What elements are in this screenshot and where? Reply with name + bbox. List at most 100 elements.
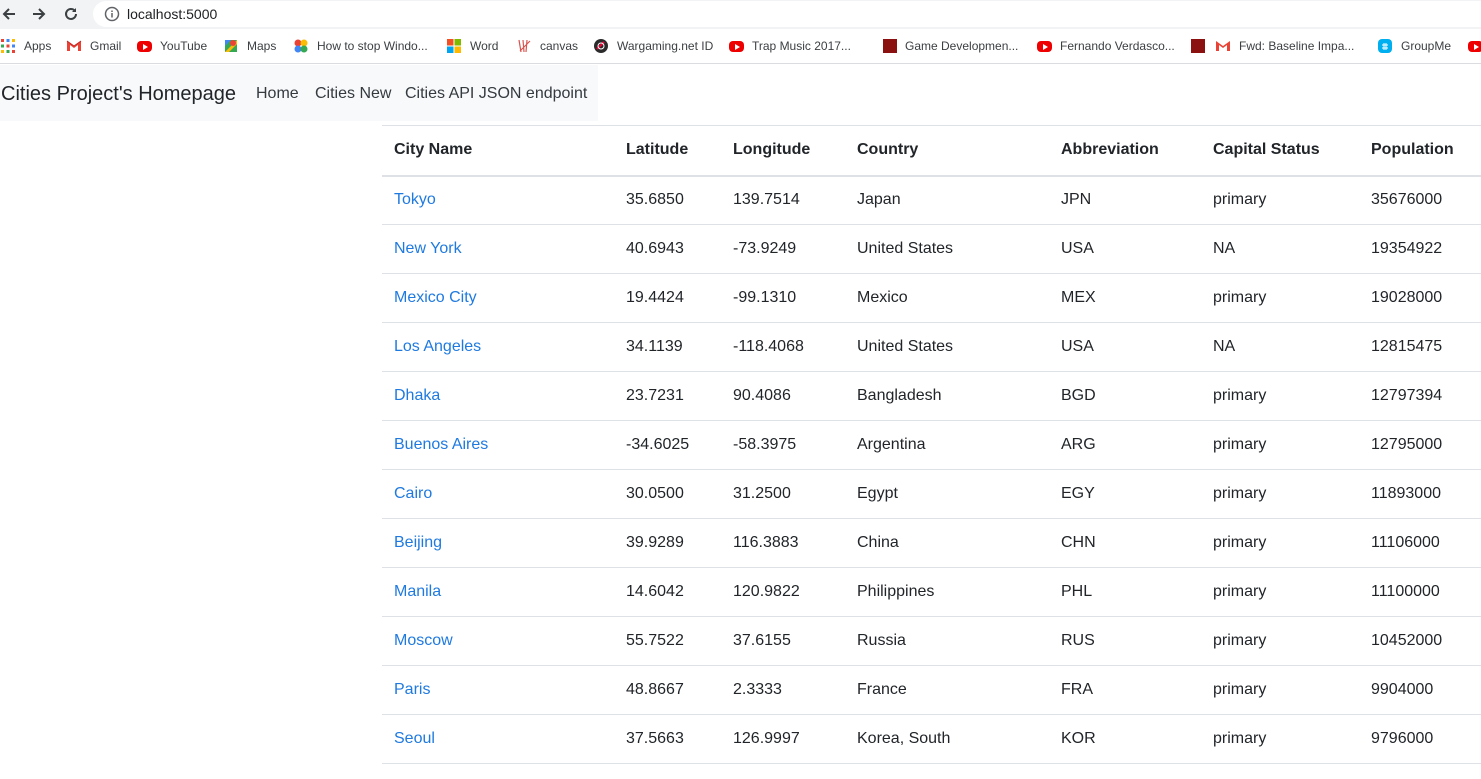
browser-toolbar: localhost:5000: [0, 0, 1481, 29]
city-link[interactable]: Buenos Aires: [394, 436, 488, 453]
capital-status-cell: primary: [1201, 616, 1359, 666]
population-cell: 11100000: [1359, 567, 1481, 617]
table-row: Tokyo 35.6850 139.7514 Japan JPN primary 35676…: [382, 175, 1481, 225]
back-arrow-icon[interactable]: [0, 5, 18, 23]
abbreviation-cell: USA: [1049, 224, 1201, 274]
capital-status-cell: primary: [1201, 469, 1359, 519]
latitude-cell: -34.6025: [614, 420, 721, 470]
country-cell: Korea, South: [845, 714, 1049, 764]
reload-icon[interactable]: [62, 5, 80, 23]
population-cell: 35676000: [1359, 175, 1481, 225]
city-link[interactable]: Los Angeles: [394, 338, 481, 355]
table-row: New York 40.6943 -73.9249 United States USA N…: [382, 224, 1481, 274]
population-cell: 19354922: [1359, 224, 1481, 274]
country-cell: Egypt: [845, 469, 1049, 519]
longitude-cell: 116.3883: [721, 518, 845, 568]
nav-link-home[interactable]: Home: [256, 85, 299, 103]
column-header: Longitude: [721, 125, 845, 177]
city-name-cell: Los Angeles: [382, 322, 614, 372]
country-cell: United States: [845, 224, 1049, 274]
youtube-icon: [1468, 40, 1481, 52]
bookmark-trap-music[interactable]: Trap Music 2017...: [729, 38, 851, 54]
city-name-cell: Seoul: [382, 714, 614, 764]
longitude-cell: -58.3975: [721, 420, 845, 470]
forward-arrow-icon[interactable]: [30, 5, 48, 23]
bookmark-canvas[interactable]: canvas: [516, 38, 578, 54]
bookmark-game-development[interactable]: Game Developmen...: [883, 38, 1018, 54]
city-link[interactable]: Tokyo: [394, 191, 436, 208]
column-header: Capital Status: [1201, 125, 1359, 177]
city-name-cell: Tokyo: [382, 175, 614, 225]
city-link[interactable]: Paris: [394, 681, 430, 698]
url-text[interactable]: localhost:5000: [127, 6, 217, 22]
bookmarks-bar: Apps Gmail YouTube Maps How to stop Wind…: [0, 29, 1481, 64]
bookmark-wargaming[interactable]: Wargaming.net ID: [593, 38, 713, 54]
country-cell: Philippines: [845, 567, 1049, 617]
table-row: Los Angeles 34.1139 -118.4068 United States…: [382, 322, 1481, 372]
bookmark-groupme[interactable]: GroupMe: [1377, 38, 1451, 54]
table-body: Tokyo 35.6850 139.7514 Japan JPN primary 35676…: [382, 175, 1481, 764]
groupme-icon: [1377, 38, 1393, 54]
bookmark-label: Fernando Verdasco...: [1060, 39, 1175, 53]
bookmark-how-to-stop[interactable]: How to stop Windo...: [293, 38, 428, 54]
city-link[interactable]: Cairo: [394, 485, 432, 502]
capital-status-cell: NA: [1201, 322, 1359, 372]
microsoft-icon: [446, 38, 462, 54]
population-cell: 11106000: [1359, 518, 1481, 568]
longitude-cell: -118.4068: [721, 322, 845, 372]
city-link[interactable]: Manila: [394, 583, 441, 600]
abbreviation-cell: FRA: [1049, 665, 1201, 715]
bookmark-overflow[interactable]: [1468, 38, 1481, 54]
bookmark-fernando-verdasco[interactable]: Fernando Verdasco...: [1037, 38, 1175, 54]
nav-link-cities-new[interactable]: Cities New: [315, 85, 391, 103]
table-row: Paris 48.8667 2.3333 France FRA primary 990400…: [382, 665, 1481, 715]
longitude-cell: 126.9997: [721, 714, 845, 764]
longitude-cell: 139.7514: [721, 175, 845, 225]
table-row: Beijing 39.9289 116.3883 China CHN primary 111…: [382, 518, 1481, 568]
site-navbar: Cities Project's Homepage Home Cities Ne…: [0, 65, 598, 121]
bookmark-apps[interactable]: Apps: [0, 38, 51, 54]
info-icon[interactable]: [104, 6, 120, 27]
country-cell: Russia: [845, 616, 1049, 666]
red-square-icon: [883, 39, 897, 53]
abbreviation-cell: EGY: [1049, 469, 1201, 519]
country-cell: Mexico: [845, 273, 1049, 323]
nav-link-cities-api[interactable]: Cities API JSON endpoint: [405, 85, 587, 103]
bookmark-label: canvas: [540, 39, 579, 53]
gmail-icon: [1215, 38, 1231, 54]
city-link[interactable]: Mexico City: [394, 289, 477, 306]
address-bar[interactable]: localhost:5000: [93, 1, 1481, 27]
city-link[interactable]: Dhaka: [394, 387, 440, 404]
bookmark-gmail[interactable]: Gmail: [66, 38, 121, 54]
abbreviation-cell: PHL: [1049, 567, 1201, 617]
bookmark-label: How to stop Windo...: [317, 39, 428, 53]
capital-status-cell: primary: [1201, 273, 1359, 323]
population-cell: 9796000: [1359, 714, 1481, 764]
capital-status-cell: primary: [1201, 518, 1359, 568]
country-cell: China: [845, 518, 1049, 568]
city-link[interactable]: Moscow: [394, 632, 453, 649]
youtube-icon: [729, 40, 744, 52]
pinwheel-icon: [293, 38, 309, 54]
city-link[interactable]: Beijing: [394, 534, 442, 551]
bookmark-fwd-baseline[interactable]: Fwd: Baseline Impa...: [1191, 38, 1354, 54]
bookmark-word[interactable]: Word: [446, 38, 498, 54]
bookmark-maps[interactable]: Maps: [223, 38, 276, 54]
cities-table: City Name Latitude Longitude Country Abbrevi…: [382, 125, 1481, 764]
bookmark-label: Apps: [24, 39, 52, 53]
column-header: Latitude: [614, 125, 721, 177]
city-link[interactable]: New York: [394, 240, 462, 257]
city-name-cell: Manila: [382, 567, 614, 617]
city-name-cell: New York: [382, 224, 614, 274]
bookmark-youtube[interactable]: YouTube: [137, 38, 207, 54]
city-link[interactable]: Seoul: [394, 730, 435, 747]
abbreviation-cell: BGD: [1049, 371, 1201, 421]
canvas-icon: [516, 38, 532, 54]
abbreviation-cell: RUS: [1049, 616, 1201, 666]
capital-status-cell: primary: [1201, 665, 1359, 715]
country-cell: France: [845, 665, 1049, 715]
longitude-cell: 90.4086: [721, 371, 845, 421]
navbar-brand[interactable]: Cities Project's Homepage: [1, 83, 236, 106]
city-name-cell: Moscow: [382, 616, 614, 666]
abbreviation-cell: USA: [1049, 322, 1201, 372]
